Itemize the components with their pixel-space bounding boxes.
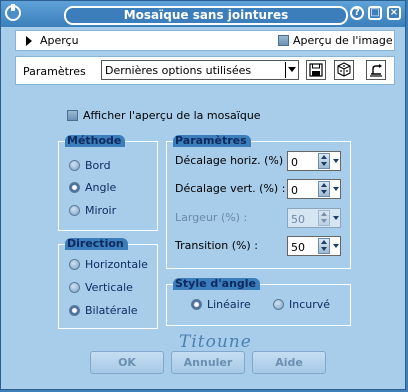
- corner-style-label-incurve[interactable]: Incurvé: [289, 298, 330, 311]
- preview-bar: Aperçu Aperçu de l'image: [15, 30, 395, 51]
- help-button[interactable]: Aide: [252, 351, 326, 374]
- direction-label-bilaterale[interactable]: Bilatérale: [85, 304, 138, 317]
- method-group-title: Méthode: [65, 135, 126, 147]
- reset-defaults-button[interactable]: [366, 60, 386, 80]
- direction-radio-bilaterale[interactable]: [69, 305, 80, 316]
- app-icon: [5, 4, 21, 21]
- preset-dropdown[interactable]: Dernières options utilisées: [101, 60, 299, 80]
- dropdown-arrow-icon[interactable]: [285, 62, 297, 78]
- corner-style-group: Style d'angle Linéaire Incurvé: [166, 278, 351, 326]
- method-radio-angle[interactable]: [69, 182, 80, 193]
- window-title: Mosaïque sans jointures: [64, 6, 348, 25]
- direction-radio-horizontale[interactable]: [69, 259, 80, 270]
- width-spinner[interactable]: 50: [287, 208, 341, 228]
- image-preview-checkbox[interactable]: [278, 35, 289, 46]
- dropdown-arrow-icon[interactable]: [332, 181, 340, 197]
- corner-style-group-title: Style d'angle: [173, 278, 261, 290]
- restore-icon[interactable]: □: [368, 6, 382, 20]
- dropdown-arrow-icon[interactable]: [332, 238, 340, 254]
- dropdown-arrow-icon[interactable]: [332, 153, 340, 169]
- spin-arrows-icon[interactable]: [318, 210, 330, 226]
- preview-toggle-label[interactable]: Aperçu: [40, 34, 79, 47]
- horizontal-offset-spinner[interactable]: 0: [287, 151, 341, 171]
- tile-preview-label[interactable]: Afficher l'aperçu de la mosaïque: [83, 109, 261, 122]
- dropdown-arrow-icon[interactable]: [332, 210, 340, 226]
- randomize-button[interactable]: [334, 60, 354, 80]
- cancel-button[interactable]: Annuler: [171, 351, 245, 374]
- image-preview-label[interactable]: Aperçu de l'image: [293, 34, 393, 47]
- reset-arrow-icon: [370, 64, 382, 77]
- corner-style-radio-incurve[interactable]: [273, 299, 284, 310]
- save-preset-button[interactable]: [306, 60, 326, 80]
- method-group: Méthode Bord Angle Miroir: [58, 135, 158, 231]
- presets-label: Paramètres: [23, 65, 86, 78]
- horizontal-offset-label: Décalage horiz. (%) :: [175, 154, 291, 167]
- method-label-miroir[interactable]: Miroir: [85, 204, 116, 217]
- transition-value[interactable]: 50: [291, 241, 305, 254]
- help-icon[interactable]: ?: [350, 6, 364, 20]
- width-label: Largeur (%) :: [175, 211, 248, 224]
- spin-arrows-icon[interactable]: [318, 153, 330, 169]
- parameters-group-title: Paramètres: [173, 135, 251, 147]
- horizontal-offset-value[interactable]: 0: [291, 156, 298, 169]
- watermark-signature: Titoune: [179, 332, 252, 352]
- expand-triangle-icon[interactable]: [26, 36, 32, 46]
- corner-style-radio-lineaire[interactable]: [191, 299, 202, 310]
- presets-bar: Paramètres Dernières options utilisées: [15, 56, 395, 85]
- dice-icon: [337, 62, 351, 77]
- width-value[interactable]: 50: [291, 213, 305, 226]
- tile-preview-checkbox[interactable]: [67, 110, 78, 121]
- direction-group: Direction Horizontale Verticale Bilatéra…: [58, 238, 158, 329]
- method-label-angle[interactable]: Angle: [85, 181, 116, 194]
- method-label-bord[interactable]: Bord: [85, 159, 111, 172]
- dialog-window: Mosaïque sans jointures ? □ × Aperçu Ape…: [0, 0, 406, 390]
- parameters-group: Paramètres Décalage horiz. (%) : 0 Décal…: [166, 135, 351, 269]
- transition-label: Transition (%) :: [175, 239, 258, 252]
- direction-group-title: Direction: [65, 238, 128, 250]
- floppy-disk-icon: [309, 63, 323, 77]
- method-radio-bord[interactable]: [69, 160, 80, 171]
- vertical-offset-spinner[interactable]: 0: [287, 179, 341, 199]
- method-radio-miroir[interactable]: [69, 205, 80, 216]
- direction-radio-verticale[interactable]: [69, 282, 80, 293]
- direction-label-horizontale[interactable]: Horizontale: [85, 258, 148, 271]
- transition-spinner[interactable]: 50: [287, 236, 341, 256]
- vertical-offset-value[interactable]: 0: [291, 184, 298, 197]
- preset-value: Dernières options utilisées: [105, 64, 252, 77]
- spin-arrows-icon[interactable]: [318, 181, 330, 197]
- direction-label-verticale[interactable]: Verticale: [85, 281, 133, 294]
- vertical-offset-label: Décalage vert. (%) :: [175, 182, 286, 195]
- title-bar[interactable]: Mosaïque sans jointures ? □ ×: [1, 1, 405, 27]
- ok-button[interactable]: OK: [90, 351, 164, 374]
- close-icon[interactable]: ×: [387, 6, 401, 20]
- corner-style-label-lineaire[interactable]: Linéaire: [207, 298, 251, 311]
- spin-arrows-icon[interactable]: [318, 238, 330, 254]
